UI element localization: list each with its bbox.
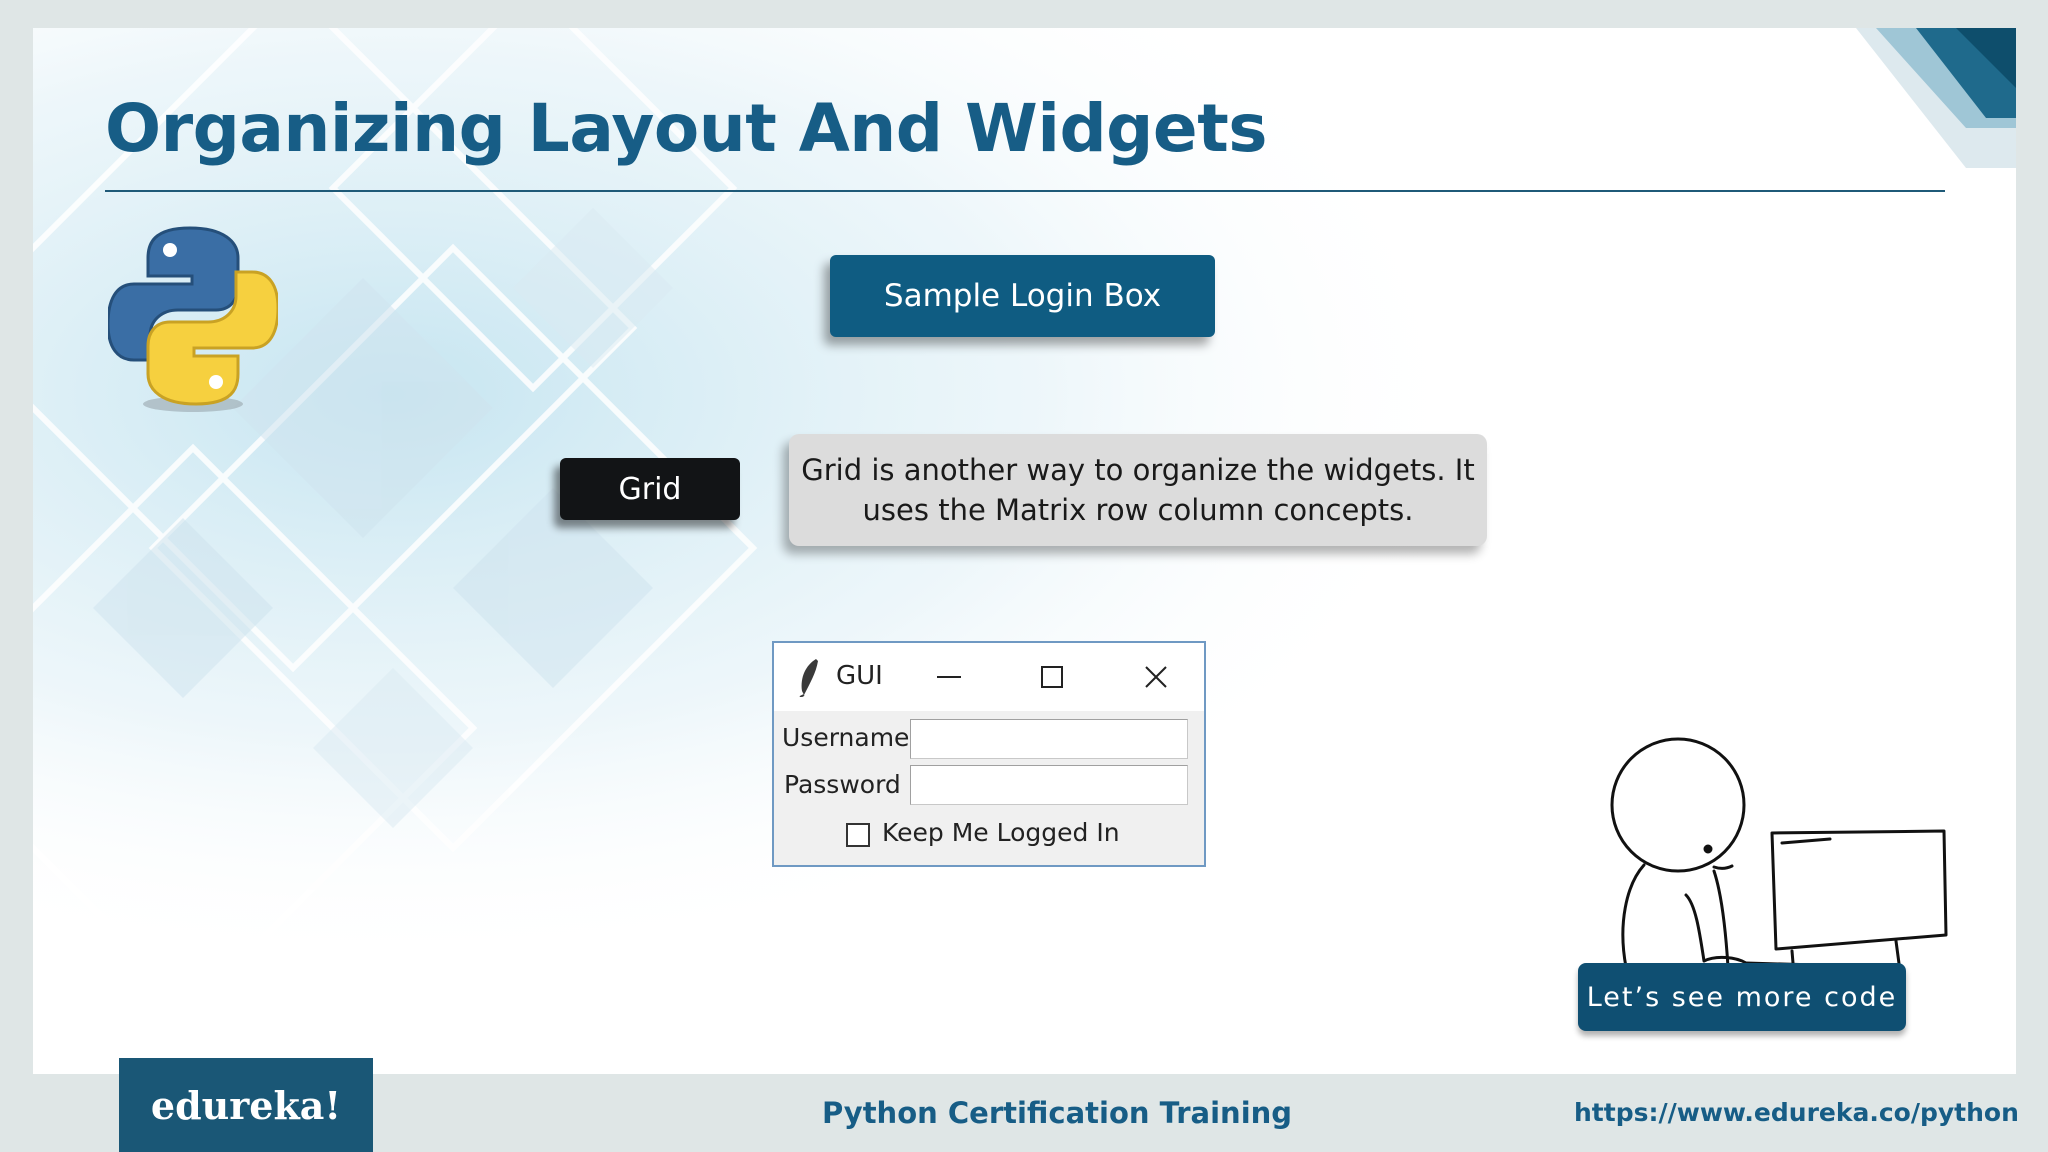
page-title: Organizing Layout And Widgets [105,90,1268,167]
keep-logged-in-label: Keep Me Logged In [882,818,1120,847]
keep-logged-in-checkbox[interactable] [846,823,870,847]
password-input[interactable] [910,765,1188,805]
tk-feather-icon [799,659,818,697]
course-title: Python Certification Training [822,1096,1293,1130]
minimize-icon[interactable] [929,657,969,697]
username-input[interactable] [910,719,1188,759]
stickman-computer-illustration [1610,737,1948,975]
sample-login-box-button[interactable]: Sample Login Box [830,255,1215,337]
grid-button[interactable]: Grid [560,458,740,520]
grid-description: Grid is another way to organize the widg… [789,434,1487,546]
course-url-link[interactable]: https://www.edureka.co/python [1574,1098,2019,1127]
close-icon[interactable] [1136,657,1176,697]
window-titlebar: GUI [774,643,1204,711]
see-more-code-button[interactable]: Let’s see more code [1578,963,1906,1031]
tk-login-window: GUI Username Password Keep Me Logged In [772,641,1206,867]
title-divider [105,190,1945,192]
username-label: Username [782,723,910,752]
maximize-icon[interactable] [1032,657,1072,697]
corner-decoration [1856,28,2016,168]
window-title: GUI [836,661,883,691]
edureka-logo: edureka! [119,1058,373,1152]
python-logo-icon [108,226,278,412]
password-label: Password [784,770,901,799]
